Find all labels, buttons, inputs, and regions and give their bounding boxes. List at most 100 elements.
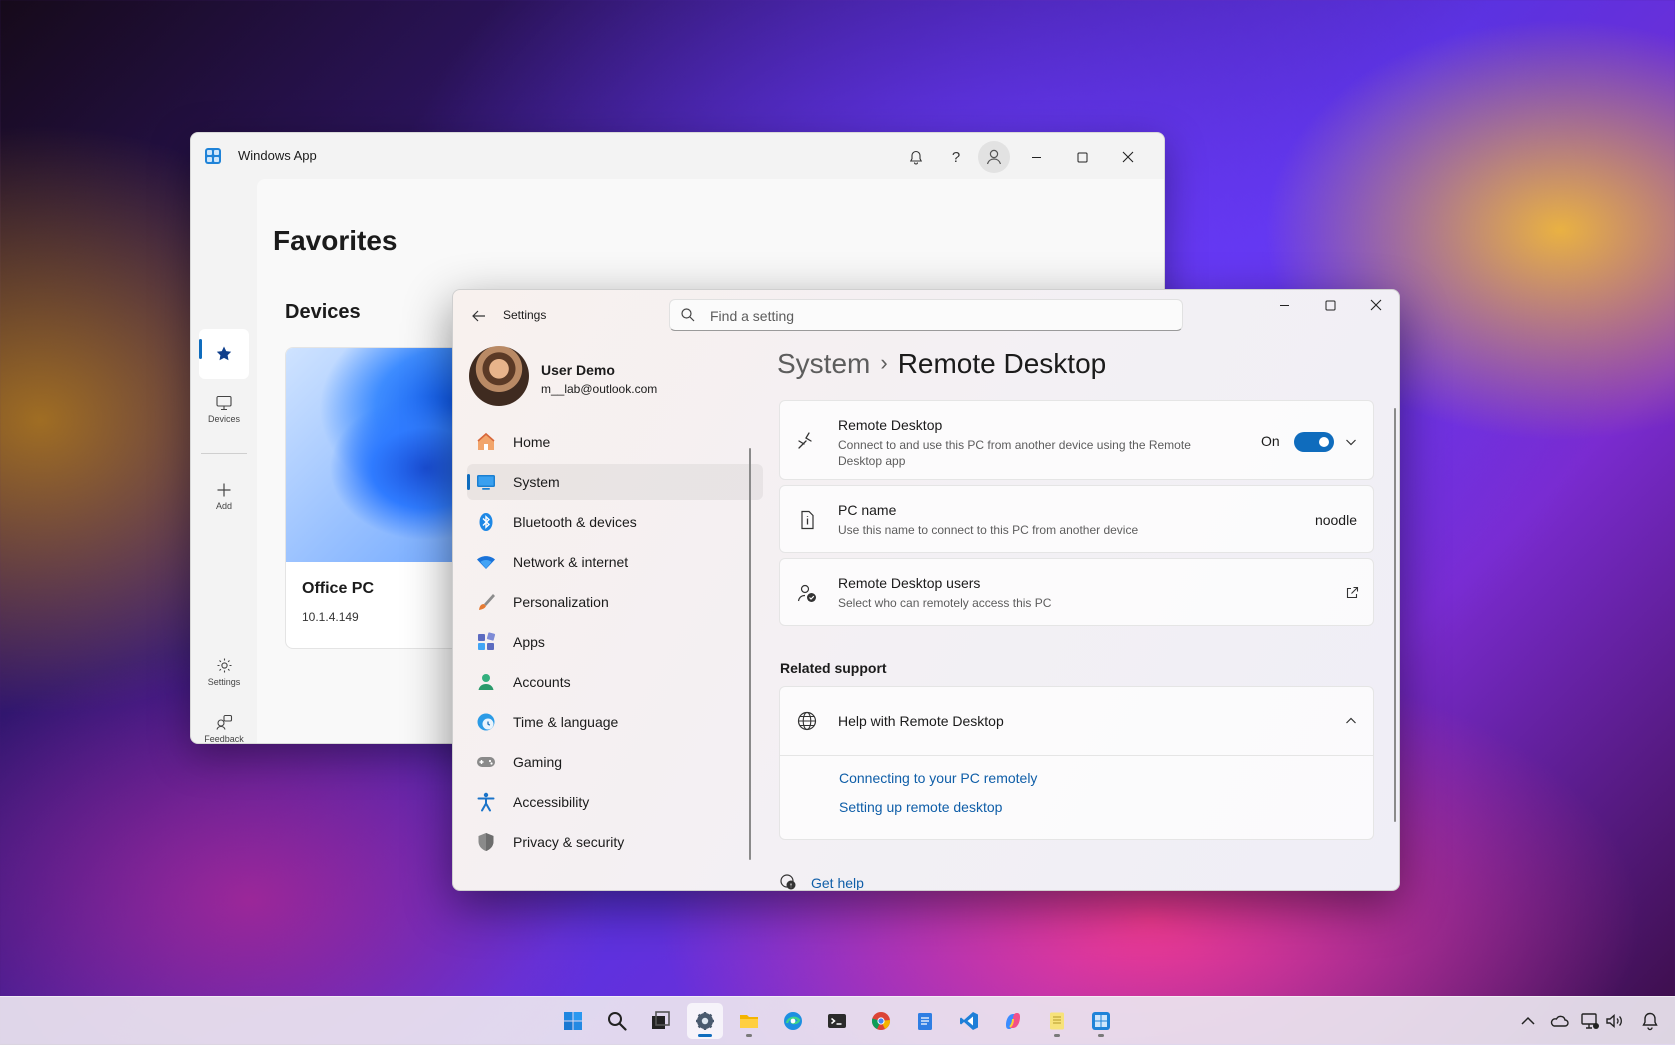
- nav-label: Personalization: [513, 594, 609, 610]
- windows-app-rail: Devices Add Settings Feedback: [191, 179, 257, 743]
- maximize-button[interactable]: [1059, 143, 1105, 171]
- shield-icon: [478, 833, 494, 851]
- rail-active-indicator: [199, 339, 202, 359]
- task-view-button[interactable]: [643, 1003, 679, 1039]
- taskbar-windows-app[interactable]: [1083, 1003, 1119, 1039]
- avatar[interactable]: [469, 346, 529, 406]
- active-app-indicator: [698, 1034, 712, 1037]
- start-icon: [564, 1012, 582, 1030]
- related-support-heading: Related support: [780, 660, 887, 676]
- taskbar-edge[interactable]: [775, 1003, 811, 1039]
- help-divider: [780, 755, 1373, 756]
- nav-item-gaming[interactable]: Gaming: [467, 744, 763, 780]
- close-button[interactable]: [1353, 291, 1399, 319]
- pc-name-description: Use this name to connect to this PC from…: [838, 523, 1139, 537]
- rail-settings-label: Settings: [207, 677, 241, 687]
- help-card: Help with Remote Desktop: [779, 686, 1374, 840]
- bluetooth-icon: [479, 513, 493, 531]
- minimize-button[interactable]: [1013, 143, 1059, 171]
- taskbar-terminal[interactable]: [819, 1003, 855, 1039]
- nav-item-network[interactable]: Network & internet: [467, 544, 763, 580]
- help-icon[interactable]: ?: [942, 143, 970, 171]
- running-app-indicator: [1098, 1034, 1104, 1037]
- maximize-button[interactable]: [1307, 291, 1353, 319]
- remote-desktop-toggle[interactable]: [1294, 432, 1334, 452]
- bell-icon[interactable]: [902, 143, 930, 171]
- onedrive-icon[interactable]: [1549, 1011, 1569, 1031]
- settings-nav: Home System Bluetooth & devices Network …: [467, 424, 763, 864]
- link-setting-up-remote-desktop[interactable]: Setting up remote desktop: [839, 799, 1002, 815]
- taskbar-notes[interactable]: [1039, 1003, 1075, 1039]
- content-scrollbar[interactable]: [1394, 408, 1396, 822]
- nav-label: Gaming: [513, 754, 563, 770]
- remote-desktop-users-card[interactable]: Remote Desktop users Select who can remo…: [779, 558, 1374, 626]
- notification-icon[interactable]: [1640, 1011, 1660, 1031]
- plus-icon: [217, 483, 231, 496]
- nav-item-system[interactable]: System: [467, 464, 763, 500]
- windows-app-titlebar: Windows App ?: [191, 133, 1164, 179]
- chevron-down-icon[interactable]: [1345, 436, 1357, 448]
- breadcrumb-parent[interactable]: System: [777, 348, 870, 379]
- taskbar-search-button[interactable]: [599, 1003, 635, 1039]
- back-button[interactable]: [465, 302, 493, 330]
- nav-item-time-language[interactable]: Time & language: [467, 704, 763, 740]
- nav-item-accounts[interactable]: Accounts: [467, 664, 763, 700]
- pc-name-title: PC name: [838, 502, 897, 518]
- taskbar-settings[interactable]: [687, 1003, 723, 1039]
- account-icon[interactable]: [978, 141, 1010, 173]
- gear-icon: [217, 658, 231, 673]
- nav-item-home[interactable]: Home: [467, 424, 763, 460]
- rail-separator: [201, 453, 247, 454]
- chevron-up-icon[interactable]: [1518, 1011, 1538, 1031]
- star-icon: [216, 346, 232, 361]
- taskbar-file-explorer[interactable]: [731, 1003, 767, 1039]
- page-title: Favorites: [273, 225, 398, 256]
- maximize-icon: [1325, 300, 1335, 310]
- taskbar-chrome[interactable]: [863, 1003, 899, 1039]
- rail-add-label: Add: [215, 500, 232, 511]
- close-button[interactable]: [1105, 143, 1151, 171]
- close-icon: [1370, 299, 1382, 311]
- device-address: 10.1.4.149: [302, 610, 359, 624]
- nav-label: Network & internet: [513, 554, 629, 570]
- nav-scrollbar[interactable]: [749, 448, 751, 860]
- get-help-link[interactable]: Get help: [811, 875, 864, 890]
- taskbar-copilot[interactable]: [995, 1003, 1031, 1039]
- network-icon[interactable]: [1580, 1011, 1600, 1031]
- file-explorer-icon: [740, 1015, 758, 1028]
- home-icon: [477, 432, 495, 450]
- user-name: User Demo: [541, 362, 615, 378]
- rail-devices[interactable]: Devices: [199, 384, 249, 434]
- rail-add[interactable]: Add: [199, 471, 249, 521]
- nav-item-privacy[interactable]: Privacy & security: [467, 824, 763, 860]
- nav-item-personalization[interactable]: Personalization: [467, 584, 763, 620]
- wifi-icon: [477, 556, 495, 569]
- rail-settings[interactable]: Settings: [199, 647, 249, 697]
- section-title: Devices: [285, 301, 361, 323]
- open-external-icon[interactable]: [1345, 586, 1359, 600]
- volume-icon[interactable]: [1604, 1011, 1624, 1031]
- nav-label: Apps: [513, 634, 545, 650]
- windows-app-icon: [1092, 1012, 1110, 1030]
- rail-feedback[interactable]: Feedback: [199, 704, 249, 743]
- settings-window: Settings User Demo m__lab@outlook.com Ho…: [452, 289, 1400, 891]
- chevron-up-icon[interactable]: [1345, 715, 1357, 727]
- nav-item-bluetooth[interactable]: Bluetooth & devices: [467, 504, 763, 540]
- link-connecting-remotely[interactable]: Connecting to your PC remotely: [839, 770, 1037, 786]
- taskbar-vscode[interactable]: [951, 1003, 987, 1039]
- remote-desktop-title: Remote Desktop: [838, 417, 943, 433]
- help-title[interactable]: Help with Remote Desktop: [838, 713, 1004, 729]
- minimize-icon: [1031, 156, 1041, 158]
- remote-desktop-card[interactable]: Remote Desktop Connect to and use this P…: [779, 400, 1374, 480]
- nav-item-accessibility[interactable]: Accessibility: [467, 784, 763, 820]
- search-input[interactable]: [708, 305, 1152, 327]
- nav-item-apps[interactable]: Apps: [467, 624, 763, 660]
- window-title: Settings: [503, 308, 547, 322]
- rail-favorites[interactable]: [199, 329, 249, 379]
- windows-app-logo-icon: [205, 148, 221, 164]
- taskbar-notepad[interactable]: [907, 1003, 943, 1039]
- minimize-button[interactable]: [1261, 291, 1307, 319]
- start-button[interactable]: [555, 1003, 591, 1039]
- nav-label: System: [513, 474, 560, 490]
- search-box[interactable]: [669, 299, 1183, 331]
